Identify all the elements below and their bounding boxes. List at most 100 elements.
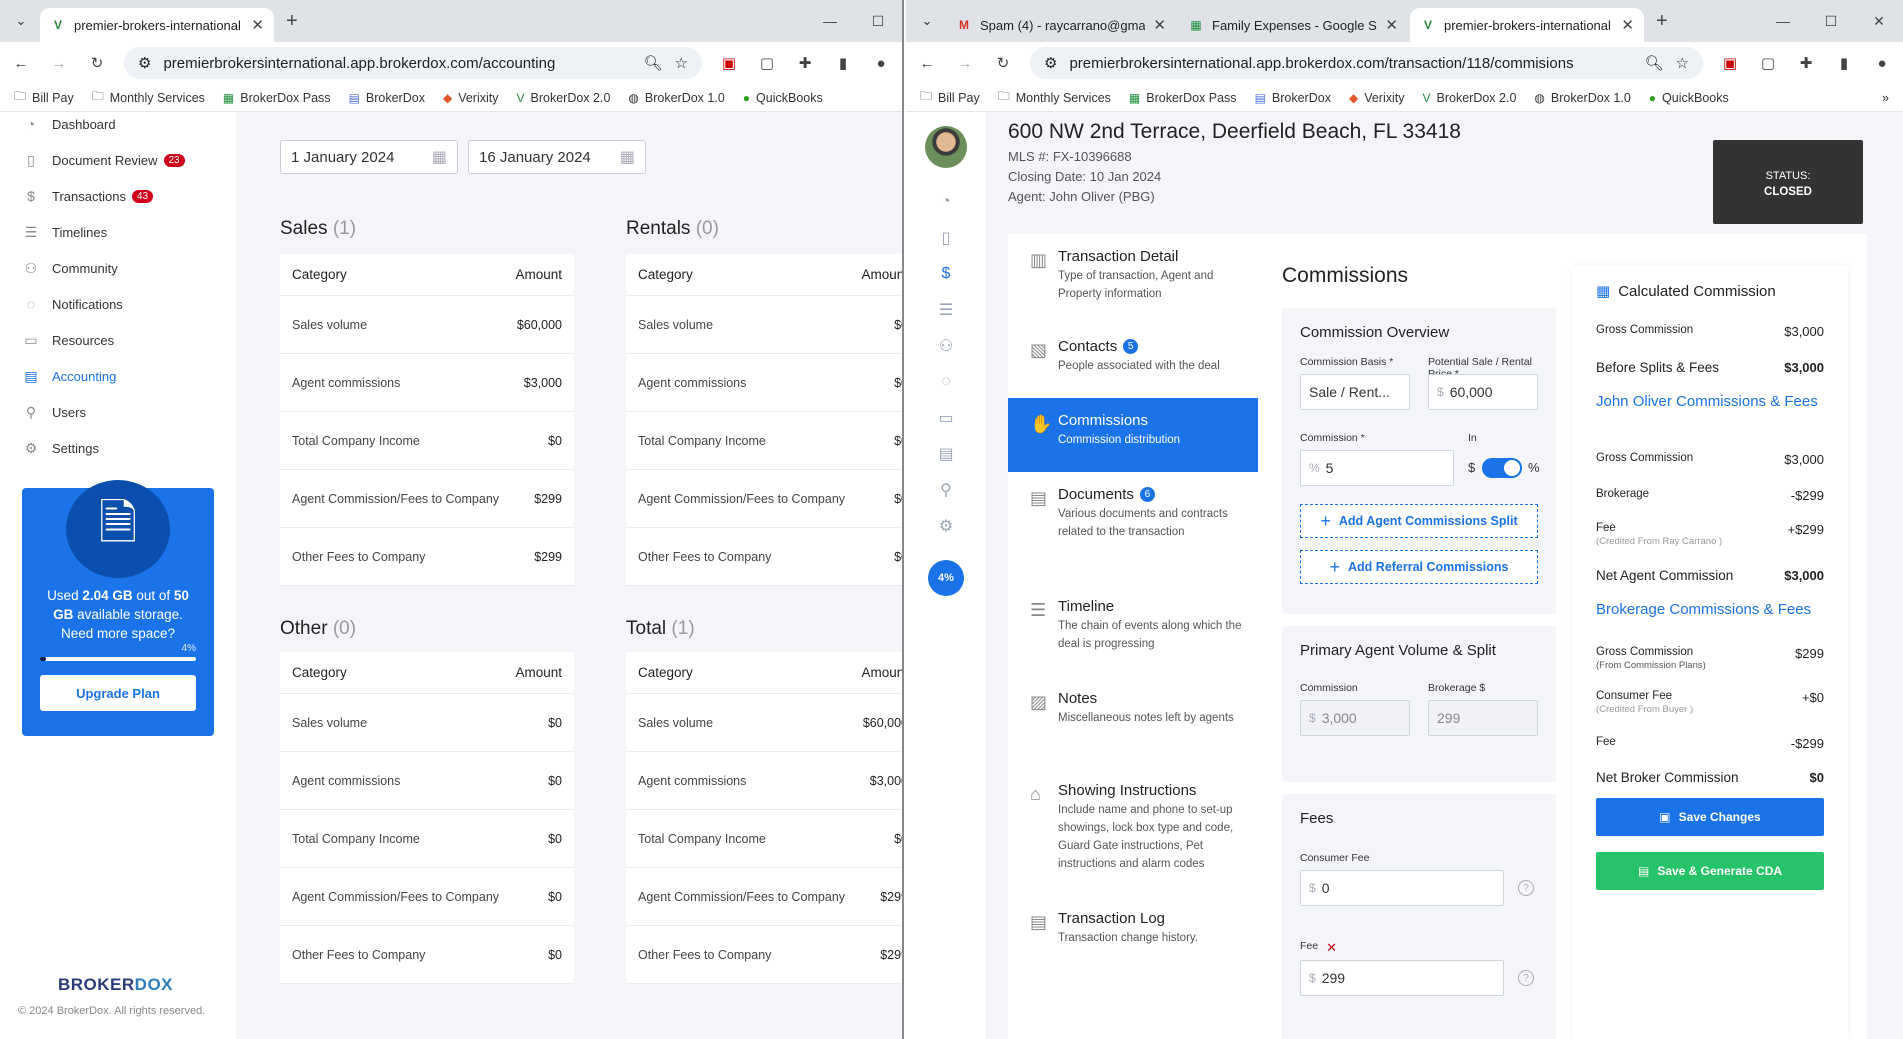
bookmark-brokerdox-1[interactable]: ◍ BrokerDox 1.0 <box>1534 91 1630 105</box>
date-from-input[interactable]: 1 January 2024 ▦ <box>280 140 458 174</box>
bookmark-verixity[interactable]: ◆ Verixity <box>443 91 499 105</box>
bookmark-brokerdox-2[interactable]: V BrokerDox 2.0 <box>516 91 610 105</box>
user-icon[interactable]: ⚲ <box>906 472 986 508</box>
bookmark-brokerdox-pass[interactable]: ▦ BrokerDox Pass <box>223 91 331 105</box>
maximize-icon[interactable]: ☐ <box>854 13 902 30</box>
nav-users[interactable]: ⚲ Users <box>0 394 236 430</box>
extensions-icon[interactable]: ✚ <box>794 54 816 72</box>
tab-gmail[interactable]: M Spam (4) - raycarrano@gmail.c ✕ <box>946 8 1176 42</box>
tab-search-icon[interactable]: ⌄ <box>914 8 940 34</box>
timeline-icon[interactable]: ☰ <box>906 292 986 328</box>
calendar-icon[interactable]: ▦ <box>620 147 635 167</box>
menu-showing-instructions[interactable]: ⌂ Showing Instructions Include name and ph… <box>1008 768 1258 896</box>
more-bookmarks-icon[interactable]: » <box>1882 91 1889 105</box>
nav-document-review[interactable]: ▯ Document Review 23 <box>0 142 236 178</box>
new-tab-icon[interactable]: + <box>1656 10 1668 33</box>
bookmark-quickbooks[interactable]: ● QuickBooks <box>743 91 823 105</box>
save-changes-button[interactable]: ▣ Save Changes <box>1596 798 1824 836</box>
price-input[interactable]: $60,000 <box>1428 374 1538 410</box>
commission-basis-select[interactable]: Sale / Rent... <box>1300 374 1410 410</box>
tab-brokerdox[interactable]: V premier-brokers-international ✕ <box>1410 8 1644 42</box>
upgrade-plan-button[interactable]: Upgrade Plan <box>40 675 196 711</box>
gear-icon[interactable]: ⚙ <box>906 508 986 544</box>
add-agent-split-button[interactable]: + Add Agent Commissions Split <box>1300 504 1538 538</box>
bookmark-verixity[interactable]: ◆ Verixity <box>1349 91 1405 105</box>
g-extension-icon[interactable]: ▢ <box>1757 54 1779 72</box>
nav-community[interactable]: ⚇ Community <box>0 250 236 286</box>
close-tab-icon[interactable]: ✕ <box>251 16 264 34</box>
pdf-extension-icon[interactable]: ▣ <box>718 54 740 72</box>
nav-notifications[interactable]: ◌ Notifications <box>0 286 236 322</box>
close-tab-icon[interactable]: ✕ <box>1153 16 1166 34</box>
bookmark-star-icon[interactable]: ☆ <box>675 54 688 72</box>
extensions-icon[interactable]: ✚ <box>1795 54 1817 72</box>
forward-icon[interactable]: → <box>954 55 976 72</box>
dashboard-icon[interactable]: ◔ <box>906 184 986 220</box>
nav-transactions[interactable]: $ Transactions 43 <box>0 178 236 214</box>
bookmark-monthly-services[interactable]: 🗀 Monthly Services <box>998 87 1111 108</box>
zoom-icon[interactable]: 🔍︎ <box>1645 54 1664 72</box>
add-referral-button[interactable]: + Add Referral Commissions <box>1300 550 1538 584</box>
menu-timeline[interactable]: ☰ Timeline The chain of events along which… <box>1008 584 1258 676</box>
minimize-icon[interactable]: — <box>806 13 854 29</box>
minimize-icon[interactable]: — <box>1759 13 1807 29</box>
maximize-icon[interactable]: ☐ <box>1807 13 1855 30</box>
menu-transaction-log[interactable]: ▤ Transaction Log Transaction change histo… <box>1008 896 1258 968</box>
accounting-icon[interactable]: ▤ <box>906 436 986 472</box>
site-info-icon[interactable]: ⚙ <box>1044 54 1057 72</box>
nav-timelines[interactable]: ☰ Timelines <box>0 214 236 250</box>
forward-icon[interactable]: → <box>48 55 70 72</box>
document-icon[interactable]: ▯ <box>906 220 986 256</box>
menu-transaction-detail[interactable]: ▥ Transaction Detail Type of transaction, … <box>1008 234 1258 324</box>
bookmark-brokerdox-1[interactable]: ◍ BrokerDox 1.0 <box>628 91 724 105</box>
profile-icon[interactable]: ● <box>1871 55 1893 72</box>
back-icon[interactable]: ← <box>916 55 938 72</box>
zoom-icon[interactable]: 🔍︎ <box>644 54 663 72</box>
commission-input[interactable]: % 5 <box>1300 450 1454 486</box>
nav-settings[interactable]: ⚙ Settings <box>0 430 236 466</box>
menu-notes[interactable]: ▨ Notes Miscellaneous notes left by agents <box>1008 676 1258 768</box>
date-to-input[interactable]: 16 January 2024 ▦ <box>468 140 646 174</box>
tab-sheets[interactable]: ▦ Family Expenses - Google Shee ✕ <box>1178 8 1408 42</box>
address-bar[interactable]: ⚙ premierbrokersinternational.app.broker… <box>124 47 702 79</box>
tab-brokerdox[interactable]: V premier-brokers-international ✕ <box>40 8 274 42</box>
help-icon[interactable]: ? <box>1518 970 1534 986</box>
bookmark-bill-pay[interactable]: 🗀 Bill Pay <box>920 87 980 108</box>
close-tab-icon[interactable]: ✕ <box>1621 16 1634 34</box>
remove-fee-icon[interactable]: ✕ <box>1326 940 1337 956</box>
dollar-icon[interactable]: $ <box>906 256 986 292</box>
side-panel-icon[interactable]: ▮ <box>1833 54 1855 72</box>
site-info-icon[interactable]: ⚙ <box>138 54 151 72</box>
unit-toggle[interactable] <box>1482 458 1522 478</box>
menu-contacts[interactable]: ▧ Contacts 5 People associated with the dea… <box>1008 324 1258 398</box>
nav-dashboard[interactable]: ◔ Dashboard <box>0 112 236 142</box>
address-bar[interactable]: ⚙ premierbrokersinternational.app.broker… <box>1030 47 1703 79</box>
chat-icon[interactable]: ◌ <box>906 364 986 400</box>
g-extension-icon[interactable]: ▢ <box>756 54 778 72</box>
fee-input[interactable]: $299 <box>1300 960 1504 996</box>
avatar[interactable] <box>925 126 967 168</box>
save-generate-cda-button[interactable]: ▤ Save & Generate CDA <box>1596 852 1824 890</box>
bookmark-brokerdox-2[interactable]: V BrokerDox 2.0 <box>1422 91 1516 105</box>
nav-resources[interactable]: ▭ Resources <box>0 322 236 358</box>
bookmark-brokerdox[interactable]: ▤ BrokerDox <box>1255 91 1331 105</box>
help-icon[interactable]: ? <box>1518 880 1534 896</box>
tab-search-icon[interactable]: ⌄ <box>8 8 34 34</box>
nav-accounting[interactable]: ▤ Accounting <box>0 358 236 394</box>
bookmark-bill-pay[interactable]: 🗀 Bill Pay <box>14 87 74 108</box>
calendar-icon[interactable]: ▦ <box>432 147 447 167</box>
consumer-fee-input[interactable]: $0 <box>1300 870 1504 906</box>
storage-percent-badge[interactable]: 4% <box>928 560 964 596</box>
bookmark-brokerdox-pass[interactable]: ▦ BrokerDox Pass <box>1129 91 1237 105</box>
community-icon[interactable]: ⚇ <box>906 328 986 364</box>
reload-icon[interactable]: ↻ <box>992 54 1014 72</box>
bookmark-brokerdox[interactable]: ▤ BrokerDox <box>349 91 425 105</box>
folder-icon[interactable]: ▭ <box>906 400 986 436</box>
menu-documents[interactable]: ▤ Documents 6 Various documents and contrac… <box>1008 472 1258 584</box>
bookmark-monthly-services[interactable]: 🗀 Monthly Services <box>92 87 205 108</box>
pdf-extension-icon[interactable]: ▣ <box>1719 54 1741 72</box>
reload-icon[interactable]: ↻ <box>86 54 108 72</box>
menu-commissions[interactable]: ✋ Commissions Commission distribution <box>1008 398 1258 472</box>
close-window-icon[interactable]: ✕ <box>1855 13 1903 30</box>
new-tab-icon[interactable]: + <box>286 10 298 33</box>
